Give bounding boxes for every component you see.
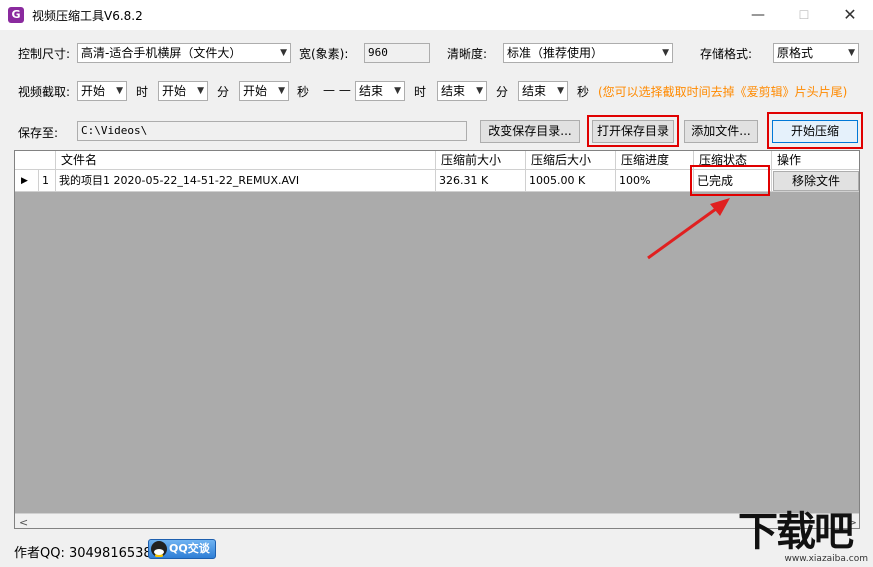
chevron-down-icon: ▼ [476, 86, 483, 96]
chevron-down-icon: ▼ [394, 86, 401, 96]
size-select[interactable]: 高清-适合手机横屏（文件大） ▼ [77, 43, 291, 63]
end-sec-select[interactable]: 结束 ▼ [518, 81, 568, 101]
change-dir-button[interactable]: 改变保存目录... [480, 120, 580, 143]
row-filename: 我的项目1 2020-05-22_14-51-22_REMUX.AVI [56, 170, 436, 192]
author-qq: 作者QQ: 3049816538 [14, 546, 152, 561]
maximize-button[interactable]: ☐ [781, 0, 827, 30]
clarity-label: 清晰度: [447, 47, 488, 61]
start-hour-value: 开始 [81, 84, 106, 98]
end-sec-value: 结束 [522, 84, 547, 98]
clip-label: 视频截取: [18, 85, 71, 99]
header-progress[interactable]: 压缩进度 [616, 151, 694, 170]
annotation-arrow-icon [647, 198, 730, 260]
start-sec-select[interactable]: 开始 ▼ [239, 81, 289, 101]
end-sec-unit: 秒 [577, 85, 590, 99]
scroll-left-icon[interactable]: < [19, 514, 28, 528]
start-min-value: 开始 [162, 84, 187, 98]
qq-chat-button[interactable]: QQ交谈 [148, 539, 216, 559]
qq-penguin-icon [151, 541, 167, 557]
open-dir-highlight [587, 115, 679, 147]
horizontal-scrollbar[interactable]: < > [15, 513, 859, 528]
chevron-down-icon: ▼ [280, 48, 287, 58]
chevron-down-icon: ▼ [662, 48, 669, 58]
header-action[interactable]: 操作 [772, 151, 859, 170]
watermark-url: www.xiazaiba.com [784, 554, 868, 564]
chevron-down-icon: ▼ [197, 86, 204, 96]
chevron-down-icon: ▼ [278, 86, 285, 96]
chevron-down-icon: ▼ [116, 86, 123, 96]
start-sec-value: 开始 [243, 84, 268, 98]
end-hour-unit: 时 [414, 85, 427, 99]
header-after-size[interactable]: 压缩后大小 [526, 151, 616, 170]
row-after-size: 1005.00 K [526, 170, 616, 192]
end-min-value: 结束 [441, 84, 466, 98]
header-filename[interactable]: 文件名 [56, 151, 436, 170]
end-hour-select[interactable]: 结束 ▼ [355, 81, 405, 101]
hour-unit: 时 [136, 85, 149, 99]
clip-hint: (您可以选择截取时间去掉《爱剪辑》片头片尾) [598, 85, 848, 99]
chevron-down-icon: ▼ [848, 48, 855, 58]
row-index: 1 [39, 170, 56, 192]
chevron-down-icon: ▼ [557, 86, 564, 96]
minimize-button[interactable]: — [735, 0, 781, 30]
size-select-value: 高清-适合手机横屏（文件大） [81, 46, 242, 60]
range-dash: — — [323, 83, 351, 97]
width-input[interactable]: 960 [364, 43, 430, 63]
format-select-value: 原格式 [777, 46, 814, 60]
qq-chat-label: QQ交谈 [169, 542, 210, 555]
watermark-logo: 下载吧 [738, 509, 854, 555]
start-compress-highlight [767, 112, 863, 149]
min-unit: 分 [217, 85, 230, 99]
start-min-select[interactable]: 开始 ▼ [158, 81, 208, 101]
header-row-selector [15, 151, 56, 170]
size-label: 控制尺寸: [18, 47, 71, 61]
header-before-size[interactable]: 压缩前大小 [436, 151, 526, 170]
sec-unit: 秒 [297, 85, 310, 99]
remove-file-button[interactable]: 移除文件 [773, 171, 859, 191]
row-indicator-icon: ▶ [15, 170, 39, 192]
end-hour-value: 结束 [359, 84, 384, 98]
title-bar: G 视频压缩工具V6.8.2 — ☐ ✕ [0, 0, 873, 30]
end-min-select[interactable]: 结束 ▼ [437, 81, 487, 101]
width-label: 宽(象素): [299, 47, 349, 61]
clarity-select[interactable]: 标准（推荐使用） ▼ [503, 43, 673, 63]
window-title: 视频压缩工具V6.8.2 [32, 9, 143, 23]
watermark: 下载吧 www.xiazaiba.com [738, 508, 870, 564]
row-progress: 100% [616, 170, 694, 192]
save-label: 保存至: [18, 126, 59, 140]
row-before-size: 326.31 K [436, 170, 526, 192]
end-min-unit: 分 [496, 85, 509, 99]
start-hour-select[interactable]: 开始 ▼ [77, 81, 127, 101]
save-path-input[interactable]: C:\Videos\ [77, 121, 467, 141]
add-file-button[interactable]: 添加文件... [684, 120, 758, 143]
close-button[interactable]: ✕ [827, 0, 873, 30]
app-icon: G [8, 7, 24, 23]
format-label: 存储格式: [700, 47, 753, 61]
format-select[interactable]: 原格式 ▼ [773, 43, 859, 63]
clarity-select-value: 标准（推荐使用） [507, 46, 604, 60]
